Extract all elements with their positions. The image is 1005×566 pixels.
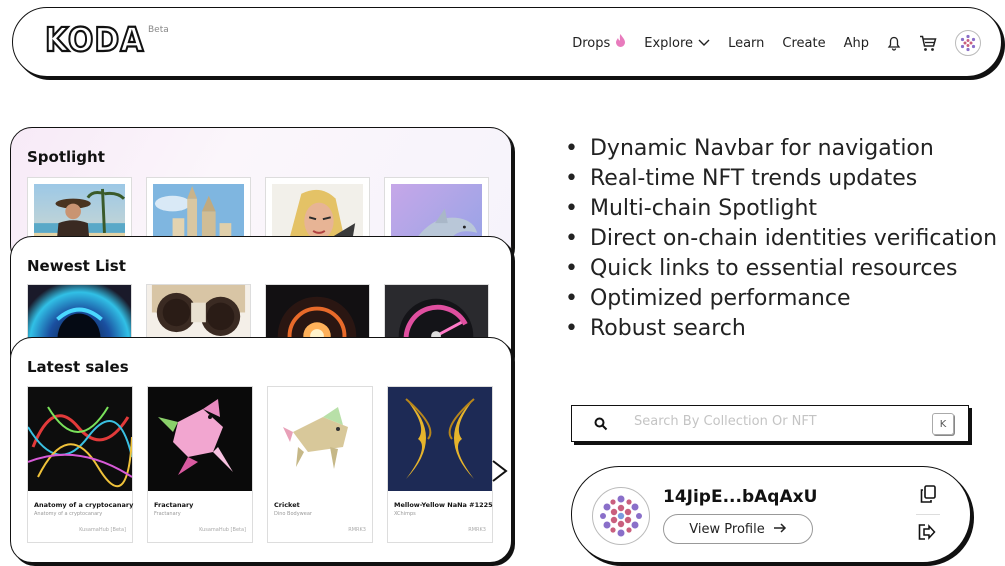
beta-badge: Beta (148, 25, 169, 35)
latest-sales-card: Latest sales Anatomy of a cryptocanary A… (10, 337, 512, 563)
feature-item: Dynamic Navbar for navigation (565, 134, 997, 164)
chevron-right-icon[interactable] (492, 460, 508, 486)
copy-icon[interactable] (920, 485, 936, 507)
nav-create[interactable]: Create (782, 36, 825, 51)
sale-image (27, 387, 133, 491)
sale-collection: Dino Bodywear (274, 511, 312, 517)
feature-item: Real-time NFT trends updates (565, 164, 997, 194)
arrow-right-icon (773, 522, 787, 537)
bell-icon[interactable] (887, 36, 901, 51)
nav-items: Drops Explore Learn Create Ahp (572, 8, 989, 78)
sale-collection: Fractanary (154, 511, 181, 517)
sale-source: RMRK3 (348, 527, 366, 533)
flame-icon (615, 34, 626, 52)
wallet-address: 14JipE...bAqAxU (663, 487, 818, 507)
latest-sales-title: Latest sales (27, 358, 129, 376)
view-profile-button[interactable]: View Profile (663, 514, 813, 544)
nav-explore[interactable]: Explore (644, 36, 710, 51)
sale-name: Mellow-Yellow NaNa #1225 (394, 501, 493, 509)
sale-name: Anatomy of a cryptocanary (34, 501, 134, 509)
spotlight-title: Spotlight (27, 148, 105, 166)
view-profile-label: View Profile (689, 521, 765, 537)
sale-image (388, 387, 492, 491)
sale-name: Fractanary (154, 501, 194, 509)
logout-icon[interactable] (918, 524, 936, 544)
divider (916, 514, 940, 515)
keyboard-shortcut-badge: K (932, 413, 954, 435)
profile-card: 14JipE...bAqAxU View Profile (571, 466, 971, 563)
sale-image (268, 387, 372, 491)
profile-avatar (592, 487, 650, 545)
sale-collection: XChimps (394, 511, 416, 517)
sale-item[interactable]: Fractanary Fractanary KusamaHub [Beta] (147, 386, 253, 543)
sale-collection: Anatomy of a cryptocanary (34, 511, 103, 517)
logo[interactable]: KODA (44, 23, 145, 58)
feature-item: Direct on-chain identities verification (565, 224, 997, 254)
latest-sales-row: Anatomy of a cryptocanary Anatomy of a c… (27, 386, 493, 543)
sale-item[interactable]: Anatomy of a cryptocanary Anatomy of a c… (27, 386, 133, 543)
nav-explore-label: Explore (644, 35, 694, 51)
sale-item[interactable]: Cricket Dino Bodywear RMRK3 (267, 386, 373, 543)
sale-item[interactable]: Mellow-Yellow NaNa #1225 XChimps RMRK3 (387, 386, 493, 543)
search-icon (594, 416, 608, 435)
nav-drops[interactable]: Drops (572, 34, 626, 52)
sale-name: Cricket (274, 501, 300, 509)
search-input[interactable] (632, 413, 916, 430)
features-list: Dynamic Navbar for navigation Real-time … (565, 134, 997, 344)
cart-icon[interactable] (919, 35, 937, 52)
feature-item: Quick links to essential resources (565, 254, 997, 284)
chevron-down-icon (698, 36, 710, 51)
nav-ahp[interactable]: Ahp (844, 36, 869, 51)
sale-source: KusamaHub [Beta] (79, 527, 126, 533)
feature-item: Robust search (565, 314, 997, 344)
avatar[interactable] (955, 30, 981, 56)
navbar: KODA Beta Drops Explore Learn Create Ahp (12, 7, 1002, 77)
sale-image (148, 387, 252, 491)
feature-item: Multi-chain Spotlight (565, 194, 997, 224)
feature-item: Optimized performance (565, 284, 997, 314)
nav-drops-label: Drops (572, 35, 611, 51)
sale-source: RMRK3 (468, 527, 486, 533)
search-bar: K (571, 405, 969, 442)
nav-learn[interactable]: Learn (728, 36, 764, 51)
sale-source: KusamaHub [Beta] (199, 527, 246, 533)
newest-title: Newest List (27, 257, 126, 275)
